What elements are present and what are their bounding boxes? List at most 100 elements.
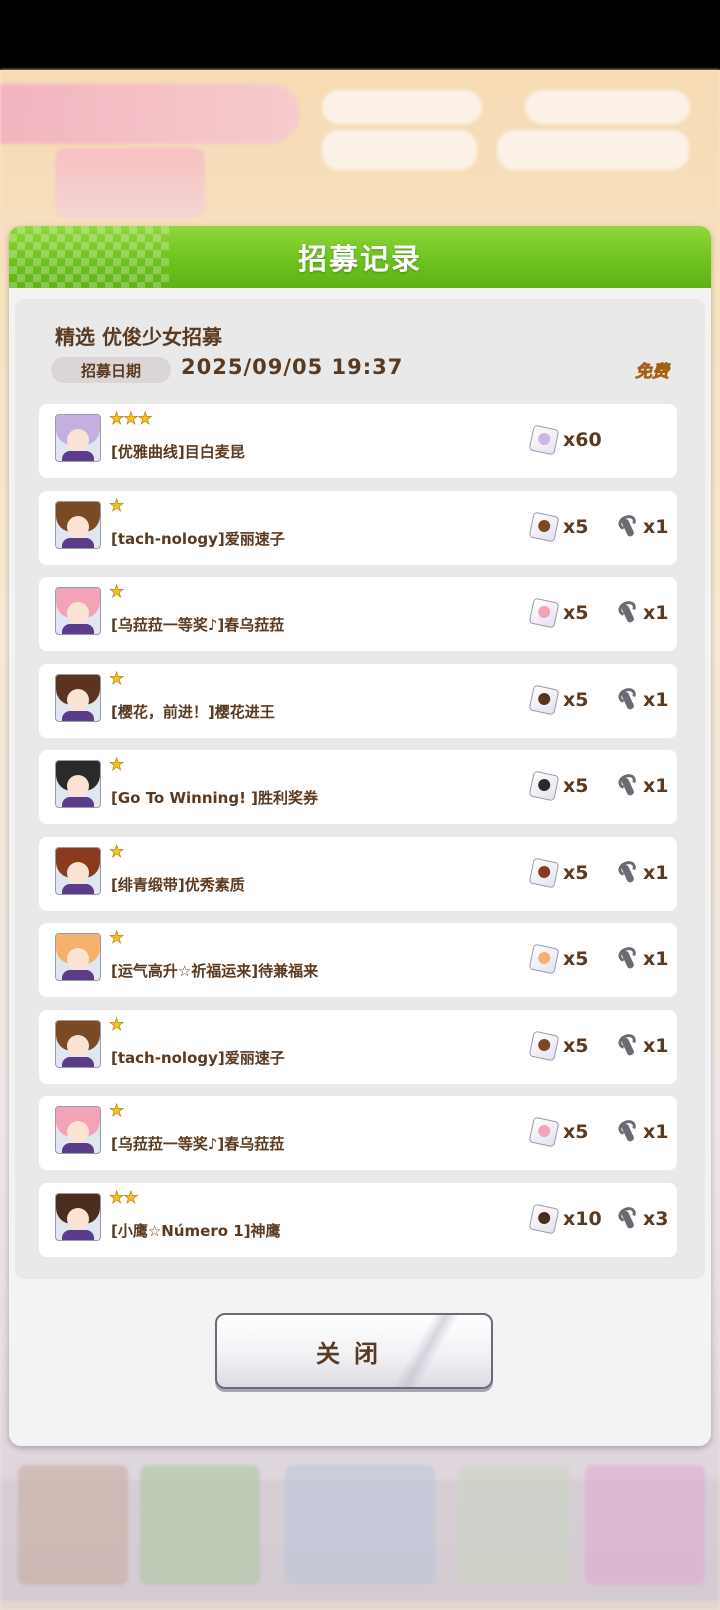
close-button-label: 关闭 bbox=[316, 1339, 392, 1368]
character-name: [小鹰☆Número 1]神鹰 bbox=[111, 1221, 281, 1240]
result-card[interactable]: ★ [运气高升☆祈福运来]待兼福来 x5 x1 bbox=[39, 923, 677, 997]
character-avatar bbox=[55, 414, 101, 462]
reward-group: x5 x1 bbox=[528, 597, 669, 629]
character-name: [优雅曲线]目白麦昆 bbox=[111, 443, 245, 461]
result-card[interactable]: ★ [Go To Winning! ]胜利奖券 x5 x1 bbox=[39, 750, 677, 824]
character-avatar bbox=[55, 846, 101, 895]
avatar-face bbox=[67, 515, 89, 538]
item-count: x1 bbox=[643, 515, 669, 538]
background-banner bbox=[0, 84, 300, 144]
close-button[interactable]: 关闭 bbox=[215, 1313, 493, 1389]
wrench-item-icon bbox=[613, 685, 640, 713]
result-card[interactable]: ★ [tach-nology]爱丽速子 x5 x1 bbox=[39, 1009, 677, 1084]
wrench-item-icon bbox=[613, 945, 640, 973]
result-card[interactable]: ★ [绯青缎带]优秀素质 x5 x1 bbox=[39, 836, 677, 911]
piece-count: x10 bbox=[563, 1207, 602, 1230]
background-nav-item bbox=[585, 1465, 705, 1585]
wrench-item-icon bbox=[613, 599, 640, 627]
star-icon: ★★★ bbox=[109, 409, 153, 429]
character-avatar bbox=[55, 1019, 101, 1068]
character-piece-icon bbox=[528, 770, 560, 802]
avatar-body bbox=[62, 451, 94, 461]
character-avatar bbox=[55, 933, 101, 981]
character-avatar bbox=[55, 760, 101, 808]
wrench-item-icon bbox=[613, 858, 640, 886]
avatar-body bbox=[62, 710, 94, 721]
item-count: x1 bbox=[643, 602, 669, 624]
reward-group: x5 x1 bbox=[528, 684, 668, 715]
reward-group: x5 x1 bbox=[528, 770, 669, 802]
background-pill bbox=[322, 130, 477, 170]
item-count: x1 bbox=[643, 948, 669, 970]
date-value: 2025/09/05 19:37 bbox=[181, 355, 404, 379]
item-count: x1 bbox=[643, 775, 669, 797]
history-panel[interactable]: 精选 优俊少女招募 招募日期 2025/09/05 19:37 免费 ★★★ [优… bbox=[15, 299, 705, 1279]
item-count: x1 bbox=[643, 861, 669, 884]
wrench-item-icon bbox=[613, 772, 640, 800]
background-card bbox=[55, 148, 205, 218]
character-name: [运气高升☆祈福运来]待兼福来 bbox=[111, 962, 319, 980]
result-card[interactable]: ★ [樱花，前进！]樱花进王 x5 x1 bbox=[39, 663, 677, 738]
character-piece-icon bbox=[528, 943, 560, 975]
banner-name: 精选 优俊少女招募 bbox=[55, 325, 222, 349]
result-card[interactable]: ★ [tach-nology]爱丽速子 x5 x1 bbox=[39, 490, 677, 565]
avatar-body bbox=[62, 1229, 94, 1240]
dialog-header: 招募记录 bbox=[9, 226, 711, 288]
piece-count: x5 bbox=[563, 1121, 589, 1143]
piece-count: x5 bbox=[563, 688, 589, 711]
avatar-face bbox=[67, 688, 89, 711]
character-avatar bbox=[55, 1106, 101, 1154]
character-piece-icon bbox=[528, 1116, 560, 1148]
avatar-body bbox=[62, 537, 94, 548]
reward-group: x5 x1 bbox=[528, 1116, 669, 1148]
character-piece-icon bbox=[528, 511, 560, 542]
avatar-body bbox=[62, 970, 94, 980]
avatar-body bbox=[62, 1143, 94, 1153]
avatar-face bbox=[67, 1034, 89, 1057]
reward-group: x5 x1 bbox=[528, 857, 669, 888]
piece-count: x5 bbox=[563, 1034, 589, 1057]
avatar-body bbox=[62, 797, 94, 807]
character-name: [tach-nology]爱丽速子 bbox=[111, 529, 285, 548]
background-pill bbox=[497, 130, 689, 170]
background-pill bbox=[322, 90, 482, 124]
avatar-face bbox=[67, 1121, 89, 1143]
piece-count: x5 bbox=[563, 775, 589, 797]
piece-count: x60 bbox=[563, 429, 602, 451]
star-icon: ★ bbox=[109, 755, 125, 775]
star-icon: ★ bbox=[109, 668, 125, 689]
reward-group: x10 x3 bbox=[528, 1203, 668, 1234]
star-icon: ★ bbox=[109, 495, 125, 516]
item-count: x1 bbox=[643, 1034, 669, 1057]
avatar-face bbox=[67, 775, 89, 797]
background-nav-item bbox=[460, 1465, 570, 1585]
star-icon: ★ bbox=[109, 582, 125, 602]
reward-group: x60 bbox=[528, 424, 611, 456]
piece-count: x5 bbox=[563, 515, 589, 538]
character-avatar bbox=[55, 673, 101, 722]
character-name: [绯青缎带]优秀素质 bbox=[111, 875, 245, 894]
background-nav-item bbox=[18, 1465, 128, 1585]
character-name: [乌菈菈一等奖♪]春乌菈菈 bbox=[111, 616, 285, 634]
avatar-face bbox=[67, 1207, 89, 1230]
result-card[interactable]: ★★ [小鹰☆Número 1]神鹰 x10 x3 bbox=[39, 1182, 677, 1257]
character-piece-icon bbox=[528, 684, 560, 715]
result-card[interactable]: ★ [乌菈菈一等奖♪]春乌菈菈 x5 x1 bbox=[39, 1096, 677, 1170]
avatar-face bbox=[67, 948, 89, 970]
result-card[interactable]: ★ [乌菈菈一等奖♪]春乌菈菈 x5 x1 bbox=[39, 577, 677, 651]
star-icon: ★★ bbox=[109, 1187, 139, 1208]
item-count: x1 bbox=[643, 1121, 669, 1143]
background-nav-item bbox=[285, 1465, 435, 1585]
avatar-face bbox=[67, 602, 89, 624]
free-badge: 免费 bbox=[635, 362, 670, 383]
character-piece-icon bbox=[528, 597, 560, 629]
header-pattern bbox=[9, 226, 169, 288]
button-shine bbox=[381, 1315, 471, 1387]
reward-group: x5 x1 bbox=[528, 511, 669, 542]
wrench-item-icon bbox=[613, 512, 640, 540]
character-avatar bbox=[55, 500, 101, 549]
character-piece-icon bbox=[528, 1203, 560, 1234]
dialog-title: 招募记录 bbox=[297, 242, 422, 276]
character-avatar bbox=[55, 587, 101, 635]
result-card[interactable]: ★★★ [优雅曲线]目白麦昆 x60 bbox=[39, 404, 677, 478]
